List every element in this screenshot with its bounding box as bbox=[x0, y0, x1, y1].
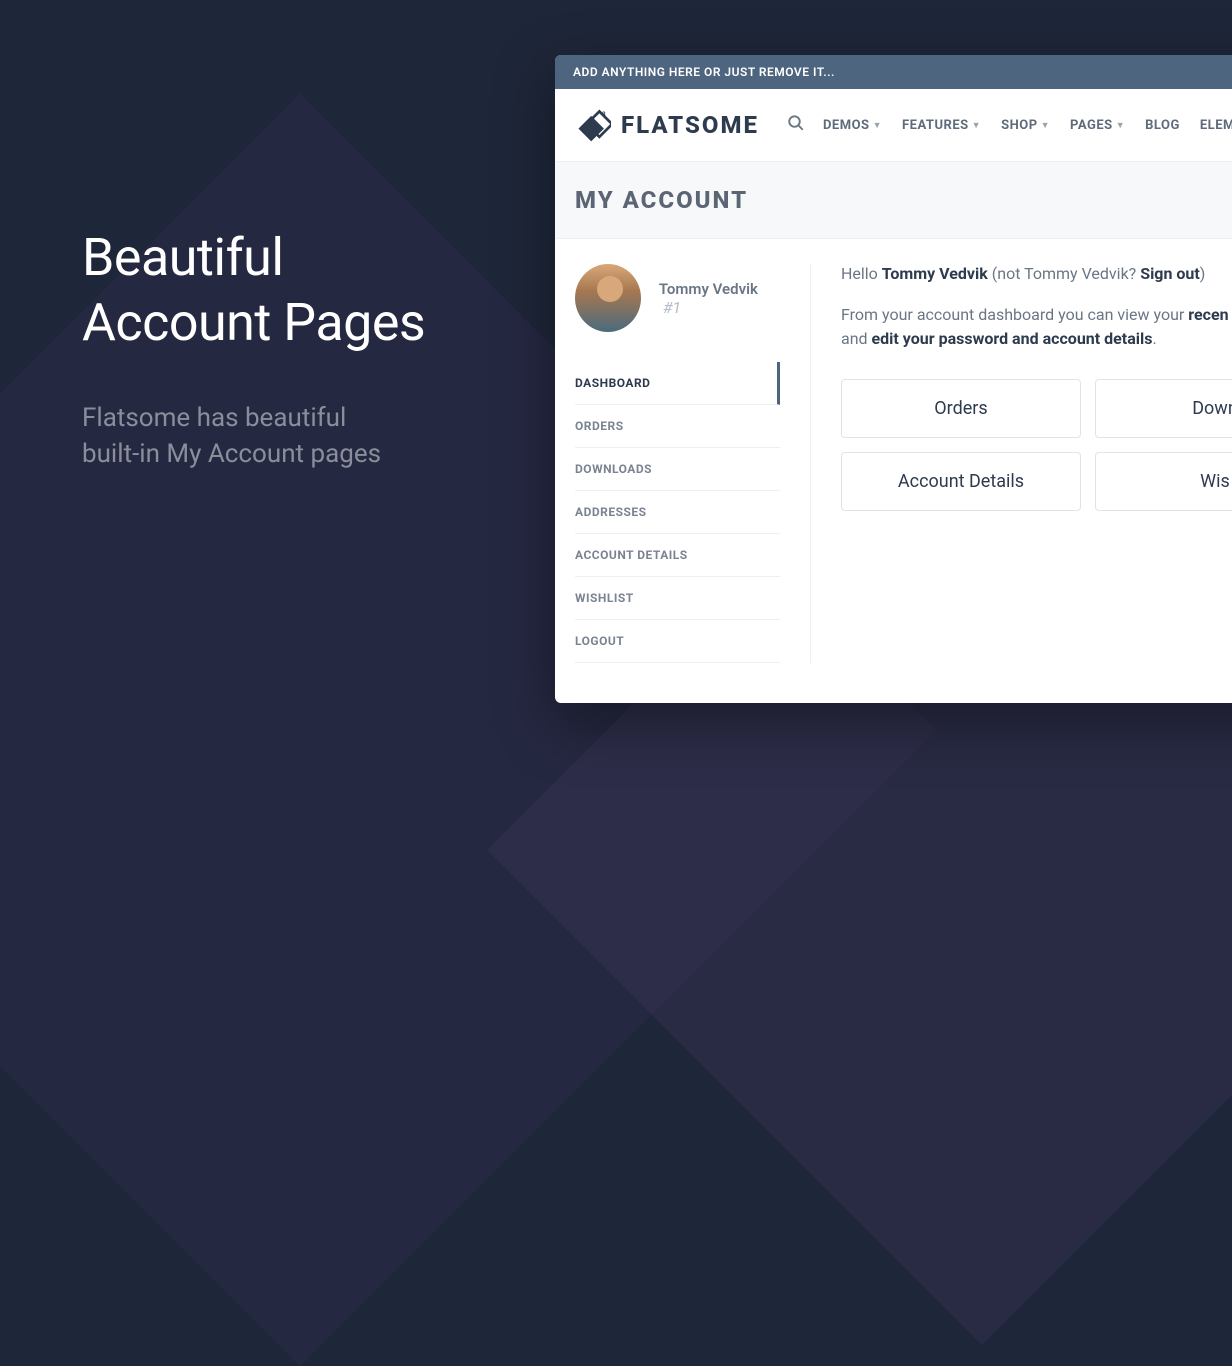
promo-title: Beautiful Account Pages bbox=[82, 225, 425, 355]
chevron-down-icon: ▼ bbox=[972, 120, 981, 131]
tile-orders[interactable]: Orders bbox=[841, 379, 1081, 438]
main-nav: DEMOS ▼ FEATURES ▼ SHOP ▼ PAGES ▼ BLOG E… bbox=[823, 118, 1232, 133]
account-sidebar: Tommy Vedvik #1 DASHBOARD ORDERS DOWNLOA… bbox=[575, 264, 780, 663]
tile-wishlist[interactable]: Wis bbox=[1095, 452, 1232, 511]
profile-badge: #1 bbox=[663, 298, 681, 317]
edit-account-link[interactable]: edit your password and account details bbox=[872, 329, 1153, 348]
avatar bbox=[575, 264, 641, 332]
sign-out-link[interactable]: Sign out bbox=[1140, 264, 1200, 283]
nav-item-elements[interactable]: ELEMEN bbox=[1200, 118, 1232, 133]
sidebar-item-account-details[interactable]: ACCOUNT DETAILS bbox=[575, 534, 780, 577]
desc-text: . bbox=[1152, 329, 1156, 348]
sidebar-item-addresses[interactable]: ADDRESSES bbox=[575, 491, 780, 534]
greeting-text: ) bbox=[1200, 264, 1206, 283]
recent-orders-link[interactable]: recen bbox=[1188, 305, 1228, 324]
vertical-divider bbox=[810, 264, 811, 663]
dashboard-description: From your account dashboard you can view… bbox=[841, 303, 1232, 351]
desc-text: and bbox=[841, 329, 872, 348]
tile-account-details[interactable]: Account Details bbox=[841, 452, 1081, 511]
page-title: MY ACCOUNT bbox=[575, 186, 1232, 214]
sidebar-item-logout[interactable]: LOGOUT bbox=[575, 620, 780, 663]
profile-block: Tommy Vedvik #1 bbox=[575, 264, 780, 332]
site-header: 3 FLATSOME DEMOS ▼ FEATURES ▼ SHOP ▼ PA bbox=[555, 89, 1232, 162]
logo-text: FLATSOME bbox=[621, 111, 759, 139]
nav-label: DEMOS bbox=[823, 118, 870, 133]
greeting-name: Tommy Vedvik bbox=[882, 264, 988, 283]
greeting-text: Hello bbox=[841, 264, 882, 283]
nav-item-blog[interactable]: BLOG bbox=[1145, 118, 1180, 133]
account-menu: DASHBOARD ORDERS DOWNLOADS ADDRESSES ACC… bbox=[575, 362, 780, 663]
svg-text:3: 3 bbox=[602, 110, 606, 118]
chevron-down-icon: ▼ bbox=[873, 120, 882, 131]
sidebar-item-orders[interactable]: ORDERS bbox=[575, 405, 780, 448]
profile-name: Tommy Vedvik bbox=[659, 280, 758, 298]
logo[interactable]: 3 FLATSOME bbox=[575, 107, 759, 143]
page-title-bar: MY ACCOUNT bbox=[555, 162, 1232, 239]
sidebar-item-downloads[interactable]: DOWNLOADS bbox=[575, 448, 780, 491]
nav-label: FEATURES bbox=[902, 118, 969, 133]
browser-window: ADD ANYTHING HERE OR JUST REMOVE IT... A… bbox=[555, 55, 1232, 703]
chevron-down-icon: ▼ bbox=[1041, 120, 1050, 131]
topbar-message: ADD ANYTHING HERE OR JUST REMOVE IT... bbox=[573, 65, 835, 79]
nav-item-pages[interactable]: PAGES ▼ bbox=[1070, 118, 1125, 133]
flatsome-logo-icon: 3 bbox=[575, 107, 611, 143]
search-icon[interactable] bbox=[787, 114, 805, 136]
nav-label: ELEMEN bbox=[1200, 118, 1232, 133]
promo-title-line: Beautiful bbox=[82, 227, 283, 288]
nav-item-demos[interactable]: DEMOS ▼ bbox=[823, 118, 882, 133]
promo-copy: Beautiful Account Pages Flatsome has bea… bbox=[82, 225, 425, 473]
greeting: Hello Tommy Vedvik (not Tommy Vedvik? Si… bbox=[841, 264, 1232, 283]
nav-item-shop[interactable]: SHOP ▼ bbox=[1001, 118, 1050, 133]
promo-subtitle: Flatsome has beautiful built-in My Accou… bbox=[82, 400, 425, 473]
dashboard-main: Hello Tommy Vedvik (not Tommy Vedvik? Si… bbox=[841, 264, 1232, 663]
promo-sub-line: built-in My Account pages bbox=[82, 439, 381, 469]
promo-title-line: Account Pages bbox=[82, 292, 425, 353]
nav-label: SHOP bbox=[1001, 118, 1038, 133]
sidebar-item-wishlist[interactable]: WISHLIST bbox=[575, 577, 780, 620]
nav-item-features[interactable]: FEATURES ▼ bbox=[902, 118, 981, 133]
profile-name-wrap: Tommy Vedvik #1 bbox=[659, 279, 780, 317]
dashboard-tiles: Orders Down Account Details Wis bbox=[841, 379, 1232, 511]
nav-label: PAGES bbox=[1070, 118, 1113, 133]
tile-downloads[interactable]: Down bbox=[1095, 379, 1232, 438]
topbar: ADD ANYTHING HERE OR JUST REMOVE IT... A… bbox=[555, 55, 1232, 89]
nav-label: BLOG bbox=[1145, 118, 1180, 133]
desc-text: From your account dashboard you can view… bbox=[841, 305, 1188, 324]
greeting-text: (not Tommy Vedvik? bbox=[988, 264, 1140, 283]
account-body: Tommy Vedvik #1 DASHBOARD ORDERS DOWNLOA… bbox=[555, 239, 1232, 703]
sidebar-item-dashboard[interactable]: DASHBOARD bbox=[575, 362, 780, 405]
promo-sub-line: Flatsome has beautiful bbox=[82, 403, 346, 433]
chevron-down-icon: ▼ bbox=[1116, 120, 1125, 131]
